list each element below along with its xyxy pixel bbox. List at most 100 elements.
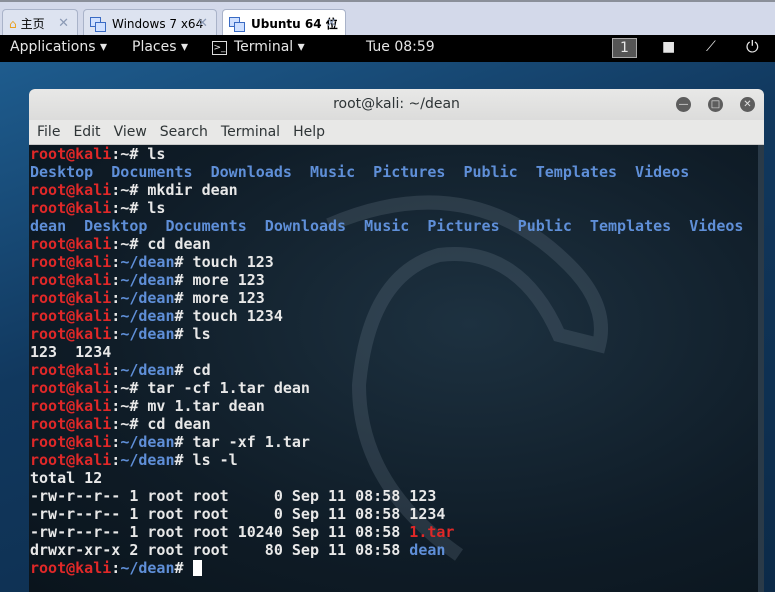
terminal-line: -rw-r--r-- 1 root root 0 Sep 11 08:58 12…: [30, 505, 764, 523]
terminal-line: root@kali:~# mkdir dean: [30, 181, 764, 199]
terminal-text: root@kali: [30, 397, 112, 415]
terminal-text: root@kali: [30, 559, 112, 577]
terminal-output[interactable]: root@kali:~# ls Desktop Documents Downloa…: [29, 145, 764, 592]
terminal-text: root@kali: [30, 289, 112, 307]
window-title: root@kali: ~/dean: [333, 96, 460, 112]
terminal-line: total 12: [30, 469, 764, 487]
terminal-text: root@kali: [30, 253, 112, 271]
home-icon: ⌂: [9, 16, 17, 31]
close-icon[interactable]: ✕: [58, 16, 69, 31]
menu-help[interactable]: Help: [293, 120, 325, 144]
maximize-button[interactable]: □: [708, 97, 723, 112]
terminal-line: 123 1234: [30, 343, 764, 361]
terminal-line: root@kali:~/dean# more 123: [30, 271, 764, 289]
clock[interactable]: Tue 08:59: [366, 39, 435, 55]
close-button[interactable]: ✕: [740, 97, 755, 112]
terminal-text: ~/dean: [120, 271, 175, 289]
terminal-line: root@kali:~/dean# tar -xf 1.tar: [30, 433, 764, 451]
menu-edit[interactable]: Edit: [73, 120, 100, 144]
terminal-text: :~# mkdir dean: [111, 181, 238, 199]
tab-label: 主页: [20, 17, 45, 31]
terminal-text: drwxr-xr-x 2 root root 80 Sep 11 08:58: [30, 541, 410, 559]
terminal-line: dean Desktop Documents Downloads Music P…: [30, 217, 764, 235]
close-icon[interactable]: ✕: [197, 16, 208, 31]
menu-view[interactable]: View: [114, 120, 147, 144]
terminal-line: root@kali:~# cd dean: [30, 235, 764, 253]
menu-search[interactable]: Search: [160, 120, 208, 144]
terminal-text: Desktop Documents Downloads Music Pictur…: [30, 163, 690, 181]
terminal-line: root@kali:~# tar -cf 1.tar dean: [30, 379, 764, 397]
terminal-text: root@kali: [30, 235, 112, 253]
terminal-text: :: [111, 325, 121, 343]
close-icon[interactable]: ✕: [326, 16, 337, 31]
scrollbar[interactable]: [758, 145, 764, 592]
terminal-line: root@kali:~/dean# more 123: [30, 289, 764, 307]
terminal-text: root@kali: [30, 271, 112, 289]
terminal-text: :: [111, 289, 121, 307]
tab-ubuntu[interactable]: Ubuntu 64 位 ✕: [222, 9, 346, 37]
terminal-text: :: [111, 253, 121, 271]
terminal-text: -rw-r--r-- 1 root root 0 Sep 11 08:58 12…: [30, 487, 437, 505]
vm-running-icon: [229, 16, 245, 32]
network-icon[interactable]: ⟋: [706, 39, 716, 55]
terminal-text: ~/dean: [120, 307, 175, 325]
terminal-text: root@kali: [30, 307, 112, 325]
places-menu[interactable]: Places ▾: [132, 39, 188, 55]
terminal-line: root@kali:~/dean#: [30, 559, 764, 577]
terminal-text: :: [111, 559, 121, 577]
terminal-text: root@kali: [30, 361, 112, 379]
terminal-text: dean: [409, 541, 446, 559]
terminal-text: ~/dean: [120, 361, 175, 379]
terminal-text: total 12: [30, 469, 103, 487]
terminal-text: root@kali: [30, 199, 112, 217]
terminal-line: root@kali:~# ls: [30, 145, 764, 163]
tab-label: Ubuntu 64 位: [251, 17, 338, 31]
title-bar[interactable]: root@kali: ~/dean — □ ✕: [29, 89, 764, 120]
terminal-text: :~# ls: [111, 199, 166, 217]
terminal-text: :~# cd dean: [111, 415, 211, 433]
terminal-text: ~/dean: [120, 451, 175, 469]
workspace-indicator[interactable]: 1: [612, 38, 637, 58]
terminal-text: root@kali: [30, 379, 112, 397]
vm-icon: [90, 16, 106, 32]
power-icon[interactable]: ⏻: [746, 37, 759, 57]
video-camera-icon[interactable]: ■: [662, 39, 675, 55]
terminal-text: root@kali: [30, 415, 112, 433]
cursor: [192, 560, 202, 576]
menu-bar: File Edit View Search Terminal Help: [29, 120, 764, 145]
terminal-line: root@kali:~# mv 1.tar dean: [30, 397, 764, 415]
terminal-text: 123 1234: [30, 343, 112, 361]
terminal-text: root@kali: [30, 145, 112, 163]
tab-home[interactable]: ⌂ 主页 ✕: [2, 9, 78, 37]
terminal-line: Desktop Documents Downloads Music Pictur…: [30, 163, 764, 181]
terminal-text: # ls -l: [174, 451, 238, 469]
tab-windows7[interactable]: Windows 7 x64 ✕: [83, 9, 217, 37]
browser-tab-bar: ⌂ 主页 ✕ Windows 7 x64 ✕ Ubuntu 64 位 ✕: [0, 0, 775, 37]
applications-menu[interactable]: Applications ▾: [10, 39, 107, 55]
terminal-text: # more 123: [174, 289, 265, 307]
terminal-text: ~/dean: [120, 253, 175, 271]
menu-file[interactable]: File: [37, 120, 60, 144]
terminal-text: ~/dean: [120, 325, 175, 343]
terminal-icon: >_: [212, 41, 227, 55]
terminal-text: ~/dean: [120, 433, 175, 451]
terminal-text: :~# mv 1.tar dean: [111, 397, 265, 415]
terminal-line: root@kali:~/dean# ls: [30, 325, 764, 343]
terminal-line: root@kali:~/dean# cd: [30, 361, 764, 379]
terminal-text: # touch 1234: [174, 307, 283, 325]
terminal-line: root@kali:~/dean# ls -l: [30, 451, 764, 469]
terminal-line: root@kali:~/dean# touch 1234: [30, 307, 764, 325]
terminal-text: :~# cd dean: [111, 235, 211, 253]
terminal-menu[interactable]: Terminal ▾: [234, 39, 305, 55]
terminal-text: # touch 123: [174, 253, 274, 271]
tab-label: Windows 7 x64: [112, 16, 204, 31]
terminal-text: # cd: [174, 361, 211, 379]
terminal-line: root@kali:~# cd dean: [30, 415, 764, 433]
terminal-text: # tar -xf 1.tar: [174, 433, 310, 451]
terminal-text: # ls: [174, 325, 211, 343]
terminal-text: # more 123: [174, 271, 265, 289]
minimize-button[interactable]: —: [676, 97, 691, 112]
menu-terminal[interactable]: Terminal: [221, 120, 280, 144]
terminal-text: -rw-r--r-- 1 root root 10240 Sep 11 08:5…: [30, 523, 410, 541]
terminal-line: drwxr-xr-x 2 root root 80 Sep 11 08:58 d…: [30, 541, 764, 559]
